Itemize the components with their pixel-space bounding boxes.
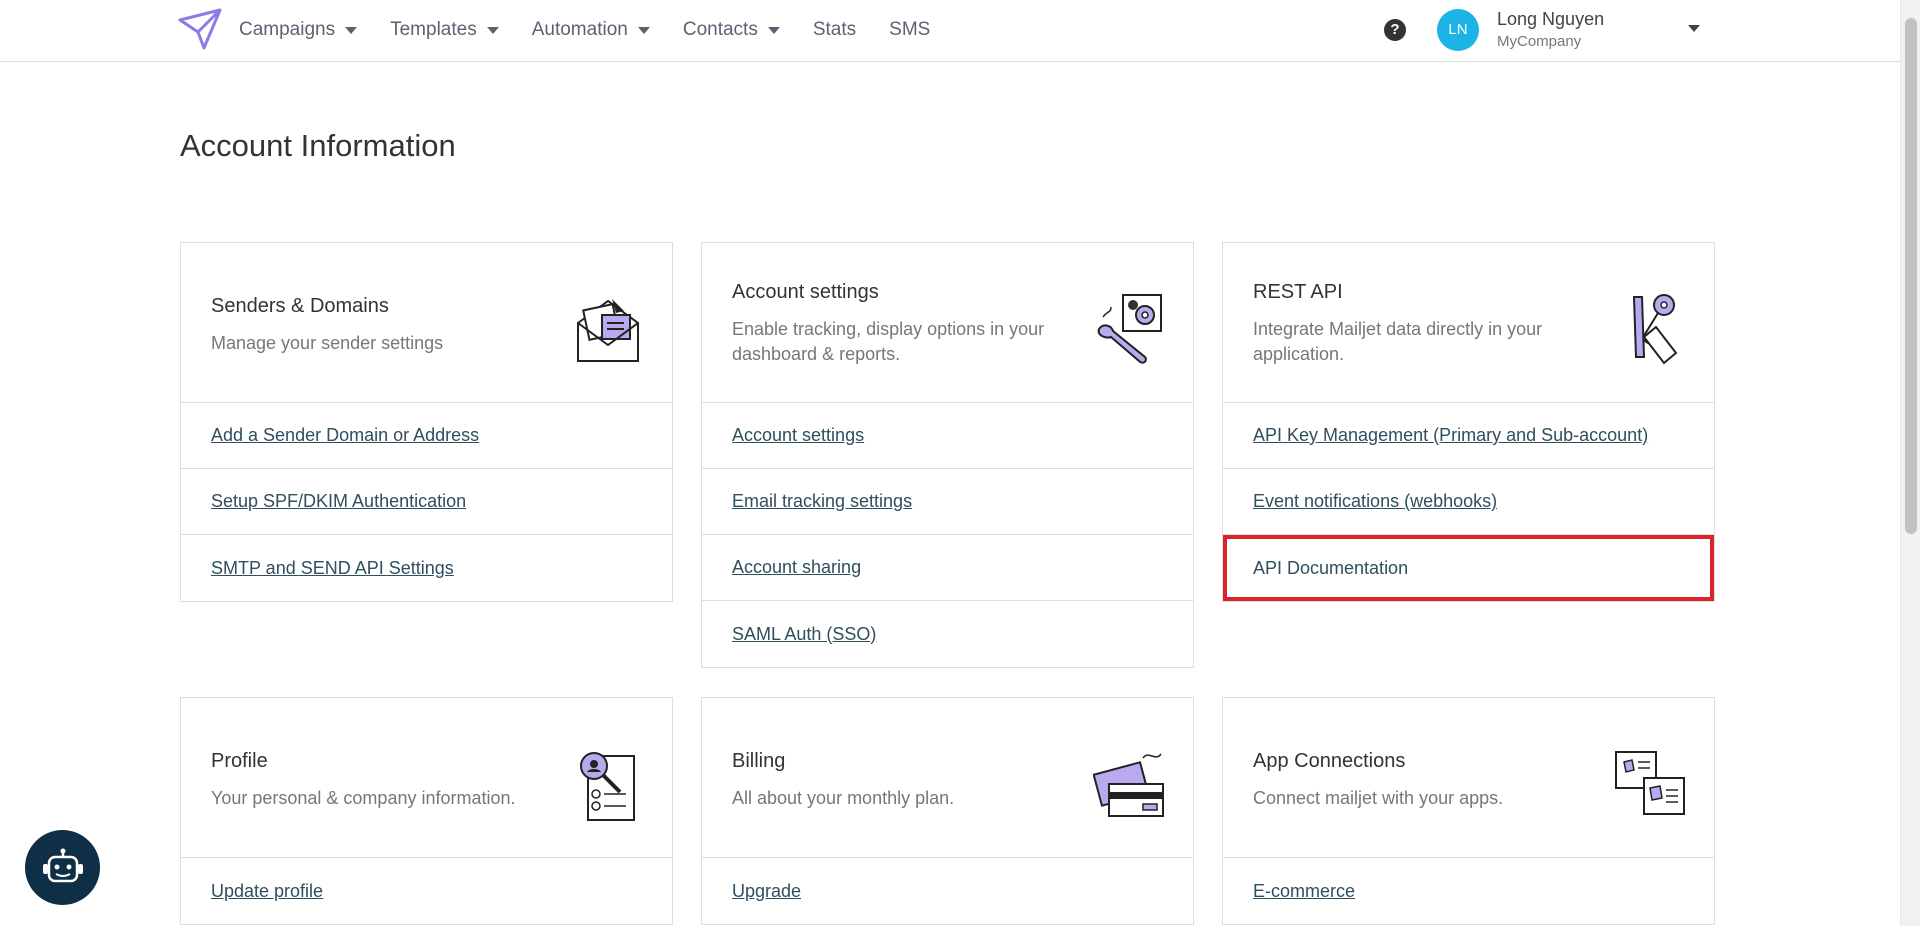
link-email-tracking[interactable]: Email tracking settings (702, 469, 1193, 535)
link-text[interactable]: Update profile (211, 881, 323, 902)
card-header: Account settings Enable tracking, displa… (702, 243, 1193, 403)
card-billing: Billing All about your monthly plan. Upg… (701, 697, 1194, 925)
user-name[interactable]: Long Nguyen (1497, 9, 1604, 30)
card-rest-api: REST API Integrate Mailjet data directly… (1222, 242, 1715, 602)
link-add-sender-domain[interactable]: Add a Sender Domain or Address (181, 403, 672, 469)
link-text[interactable]: SAML Auth (SSO) (732, 624, 876, 645)
app-cards-icon (1614, 748, 1686, 822)
nav-templates[interactable]: Templates (390, 19, 499, 41)
link-upgrade[interactable]: Upgrade (702, 858, 1193, 924)
card-title: App Connections (1253, 750, 1406, 772)
user-company[interactable]: MyCompany (1497, 33, 1581, 50)
caret-down-icon (486, 26, 499, 34)
caret-down-icon (767, 26, 780, 34)
card-description: Connect mailjet with your apps. (1253, 788, 1504, 808)
link-text[interactable]: Upgrade (732, 881, 801, 902)
credit-card-icon (1092, 748, 1165, 822)
nav-stats[interactable]: Stats (813, 19, 856, 41)
link-e-commerce[interactable]: E-commerce (1223, 858, 1714, 924)
card-title: Senders & Domains (211, 295, 389, 317)
nav-label: Campaigns (239, 19, 336, 40)
envelope-icon (572, 293, 644, 367)
nav-label: SMS (889, 19, 931, 40)
page-title: Account Information (180, 128, 456, 163)
page-scrollbar[interactable] (1900, 0, 1920, 926)
card-description: Enable tracking, display options in your… (732, 319, 1045, 364)
caret-down-icon (345, 26, 358, 34)
link-text[interactable]: Account settings (732, 425, 864, 446)
nav-label: Templates (390, 19, 477, 40)
link-text[interactable]: Email tracking settings (732, 491, 912, 512)
card-header: Billing All about your monthly plan. (702, 698, 1193, 858)
help-icon[interactable]: ? (1384, 19, 1406, 41)
link-smtp-send-api[interactable]: SMTP and SEND API Settings (181, 535, 672, 601)
keys-icon (1614, 291, 1686, 365)
card-description: All about your monthly plan. (732, 788, 955, 808)
nav-label: Contacts (682, 19, 758, 40)
card-account-settings: Account settings Enable tracking, displa… (701, 242, 1194, 668)
profile-search-icon (572, 748, 644, 822)
card-description: Your personal & company information. (211, 788, 516, 808)
card-header: Profile Your personal & company informat… (181, 698, 672, 858)
card-title: Profile (211, 750, 268, 772)
nav-label: Stats (812, 19, 857, 40)
link-event-notifications[interactable]: Event notifications (webhooks) (1223, 469, 1714, 535)
card-title: Billing (732, 750, 786, 772)
link-account-settings[interactable]: Account settings (702, 403, 1193, 469)
link-setup-spf-dkim[interactable]: Setup SPF/DKIM Authentication (181, 469, 672, 535)
link-saml-auth[interactable]: SAML Auth (SSO) (702, 601, 1193, 667)
link-api-documentation[interactable]: API Documentation (1223, 535, 1714, 601)
robot-icon (42, 848, 83, 882)
link-text[interactable]: Event notifications (webhooks) (1253, 491, 1497, 512)
link-text[interactable]: Setup SPF/DKIM Authentication (211, 491, 466, 512)
card-title: Account settings (732, 281, 879, 303)
main-menu: Campaigns Templates Automation Contacts … (239, 0, 963, 60)
link-text[interactable]: API Key Management (Primary and Sub-acco… (1253, 425, 1648, 446)
card-header: REST API Integrate Mailjet data directly… (1223, 243, 1714, 403)
nav-contacts[interactable]: Contacts (683, 19, 780, 41)
scrollbar-thumb[interactable] (1905, 18, 1917, 534)
caret-down-icon (637, 26, 650, 34)
link-api-key-management[interactable]: API Key Management (Primary and Sub-acco… (1223, 403, 1714, 469)
link-update-profile[interactable]: Update profile (181, 858, 672, 924)
card-header: Senders & Domains Manage your sender set… (181, 243, 672, 403)
card-app-connections: App Connections Connect mailjet with you… (1222, 697, 1715, 925)
nav-campaigns[interactable]: Campaigns (239, 19, 358, 41)
card-description: Manage your sender settings (211, 333, 444, 353)
user-menu-caret-icon[interactable] (1688, 25, 1700, 32)
nav-label: Automation (531, 19, 628, 40)
card-header: App Connections Connect mailjet with you… (1223, 698, 1714, 858)
link-text[interactable]: API Documentation (1253, 558, 1408, 579)
link-text[interactable]: Add a Sender Domain or Address (211, 425, 479, 446)
card-profile: Profile Your personal & company informat… (180, 697, 673, 925)
wrench-gear-icon (1093, 291, 1165, 365)
avatar[interactable]: LN (1437, 9, 1479, 51)
link-text[interactable]: SMTP and SEND API Settings (211, 558, 454, 579)
card-description: Integrate Mailjet data directly in your … (1253, 319, 1543, 364)
top-navigation: Campaigns Templates Automation Contacts … (0, 0, 1900, 62)
mailjet-logo-icon[interactable] (178, 8, 222, 50)
link-account-sharing[interactable]: Account sharing (702, 535, 1193, 601)
nav-automation[interactable]: Automation (532, 19, 650, 41)
link-text[interactable]: E-commerce (1253, 881, 1355, 902)
link-text[interactable]: Account sharing (732, 557, 861, 578)
card-senders-domains: Senders & Domains Manage your sender set… (180, 242, 673, 602)
nav-sms[interactable]: SMS (889, 19, 930, 41)
card-title: REST API (1253, 281, 1343, 303)
chatbot-button[interactable] (25, 830, 100, 905)
